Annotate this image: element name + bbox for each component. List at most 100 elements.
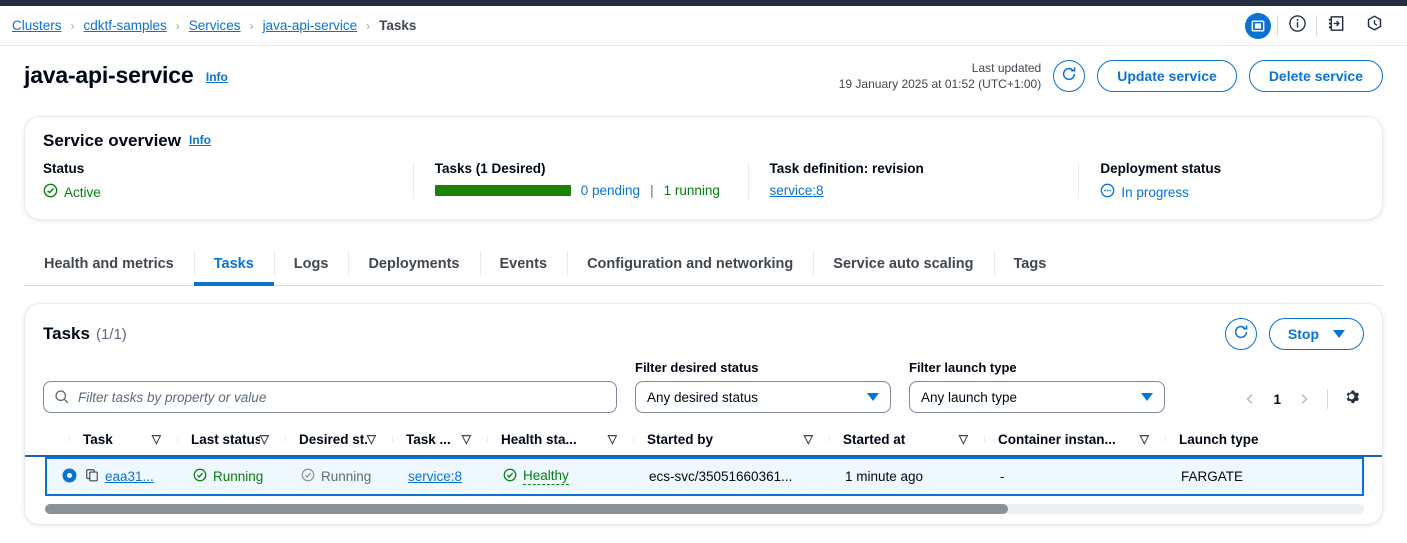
last-updated: Last updated 19 January 2025 at 01:52 (U… <box>839 60 1041 92</box>
tasks-table: Task ▽ Last status ▽ Desired st... ▽ Tas… <box>25 423 1382 496</box>
sort-icon[interactable]: ▽ <box>367 433 386 445</box>
tab-label: Service auto scaling <box>833 255 974 272</box>
sort-icon[interactable]: ▽ <box>608 433 627 445</box>
header-actions: Last updated 19 January 2025 at 01:52 (U… <box>839 60 1383 92</box>
update-service-button[interactable]: Update service <box>1097 60 1237 92</box>
breadcrumb: Clusters › cdktf-samples › Services › ja… <box>12 18 416 33</box>
panel-toggle-icon <box>1245 12 1271 39</box>
breadcrumb-item-services[interactable]: Services <box>189 18 241 33</box>
column-label: Task ... <box>406 431 451 447</box>
task-definition-label: Task definition: revision <box>769 161 924 176</box>
tab-logs[interactable]: Logs <box>273 242 349 285</box>
gear-icon <box>1343 388 1360 410</box>
pagination-next-button[interactable] <box>1291 386 1317 412</box>
panel-toggle-button[interactable] <box>1239 11 1277 41</box>
overview-taskdef-column: Task definition: revision service:8 <box>747 161 1079 201</box>
service-overview-grid: Status Active Tasks (1 Desired) 0 pendin… <box>25 155 1382 219</box>
tab-health-and-metrics[interactable]: Health and metrics <box>24 242 194 285</box>
column-label: Container instan... <box>998 431 1116 447</box>
notebook-import-button[interactable] <box>1317 11 1355 41</box>
column-label: Launch type <box>1179 431 1259 447</box>
service-overview-title: Service overview <box>43 131 181 150</box>
info-button[interactable] <box>1278 11 1316 41</box>
table-row[interactable]: eaa31... Running Running service:8 Healt… <box>45 457 1364 496</box>
sort-icon[interactable]: ▽ <box>462 433 481 445</box>
column-header-desired-status[interactable]: Desired st... ▽ <box>285 432 392 447</box>
service-overview-header: Service overview Info <box>25 117 1382 155</box>
stop-button-label: Stop <box>1287 326 1319 342</box>
check-circle-icon <box>301 468 315 485</box>
deployment-status-text: In progress <box>1121 184 1189 200</box>
tab-service-auto-scaling[interactable]: Service auto scaling <box>813 242 993 285</box>
table-preferences-button[interactable] <box>1338 386 1364 412</box>
column-header-container-instance[interactable]: Container instan... ▽ <box>984 432 1165 447</box>
tasks-running: 1 running <box>663 183 720 198</box>
page-header: java-api-service Info Last updated 19 Ja… <box>0 46 1407 104</box>
breadcrumb-item-tasks: Tasks <box>379 18 417 33</box>
column-header-started-at[interactable]: Started at ▽ <box>829 432 984 447</box>
refresh-service-button[interactable] <box>1053 60 1086 92</box>
tab-configuration-and-networking[interactable]: Configuration and networking <box>567 242 813 285</box>
status-label: Status <box>43 161 85 176</box>
column-header-task-definition[interactable]: Task ... ▽ <box>392 432 487 447</box>
task-definition-link[interactable]: service:8 <box>408 469 462 484</box>
status-value: Active <box>43 183 395 201</box>
tasks-progress-bar <box>434 185 571 196</box>
page-root: Clusters › cdktf-samples › Services › ja… <box>0 0 1407 543</box>
hexagon-clock-button[interactable] <box>1355 11 1393 41</box>
page-title-group: java-api-service Info <box>24 60 228 90</box>
tab-label: Tags <box>1013 255 1047 272</box>
column-header-launch-type[interactable]: Launch type <box>1165 432 1295 447</box>
pagination-page-1[interactable]: 1 <box>1265 392 1289 407</box>
scrollbar-track[interactable] <box>45 504 1364 514</box>
filter-launch-type-value: Any launch type <box>921 389 1018 405</box>
tab-bar: Health and metrics Tasks Logs Deployment… <box>24 242 1383 286</box>
service-overview-info-link[interactable]: Info <box>189 133 211 147</box>
row-select-radio[interactable] <box>61 467 78 487</box>
tab-tasks[interactable]: Tasks <box>193 242 274 286</box>
column-header-last-status[interactable]: Last status ▽ <box>177 432 285 447</box>
service-overview-card: Service overview Info Status Active Task… <box>24 116 1383 220</box>
filter-desired-status-select[interactable]: Any desired status <box>635 381 891 413</box>
table-horizontal-scrollbar[interactable] <box>45 504 1364 514</box>
column-label: Last status <box>191 431 260 447</box>
tab-tags[interactable]: Tags <box>993 242 1067 285</box>
pagination-prev-button[interactable] <box>1237 386 1263 412</box>
delete-service-button[interactable]: Delete service <box>1248 60 1383 92</box>
breadcrumb-item-java-api-service[interactable]: java-api-service <box>263 18 358 33</box>
cell-launch-type: FARGATE <box>1167 469 1297 484</box>
stop-tasks-button[interactable]: Stop <box>1268 318 1364 350</box>
filter-desired-status-group: Filter desired status Any desired status <box>635 360 891 413</box>
task-id-link[interactable]: eaa31... <box>105 469 154 484</box>
sort-icon[interactable]: ▽ <box>260 433 279 445</box>
tab-label: Configuration and networking <box>587 255 794 272</box>
sort-icon[interactable]: ▽ <box>152 433 171 445</box>
column-header-started-by[interactable]: Started by ▽ <box>633 432 829 447</box>
task-definition-link[interactable]: service:8 <box>770 183 824 198</box>
tab-label: Logs <box>293 255 329 272</box>
health-status-text[interactable]: Healthy <box>523 468 569 485</box>
copy-icon[interactable] <box>85 468 99 485</box>
tab-deployments[interactable]: Deployments <box>348 242 479 285</box>
sort-icon[interactable]: ▽ <box>804 433 823 445</box>
tasks-panel-count: (1/1) <box>95 325 127 343</box>
filter-launch-type-select[interactable]: Any launch type <box>909 381 1165 413</box>
filter-desired-status-label: Filter desired status <box>635 360 759 375</box>
breadcrumb-separator: › <box>175 18 180 33</box>
column-header-task[interactable]: Task ▽ <box>69 432 177 447</box>
tab-label: Events <box>499 255 548 272</box>
tab-events[interactable]: Events <box>479 242 568 285</box>
search-input[interactable] <box>43 381 617 413</box>
column-label: Health sta... <box>501 431 577 447</box>
tasks-panel-title: Tasks <box>43 324 90 343</box>
scrollbar-thumb[interactable] <box>45 504 1008 514</box>
page-title-info-link[interactable]: Info <box>206 70 228 84</box>
column-header-health-status[interactable]: Health sta... ▽ <box>487 432 633 447</box>
breadcrumb-item-cdktf-samples[interactable]: cdktf-samples <box>84 18 167 33</box>
breadcrumb-item-clusters[interactable]: Clusters <box>12 18 62 33</box>
refresh-tasks-button[interactable] <box>1224 318 1257 350</box>
sort-icon[interactable]: ▽ <box>1140 433 1159 445</box>
sort-icon[interactable]: ▽ <box>959 433 978 445</box>
started-at-text: 1 minute ago <box>845 469 924 484</box>
deployment-status-label: Deployment status <box>1100 161 1222 176</box>
